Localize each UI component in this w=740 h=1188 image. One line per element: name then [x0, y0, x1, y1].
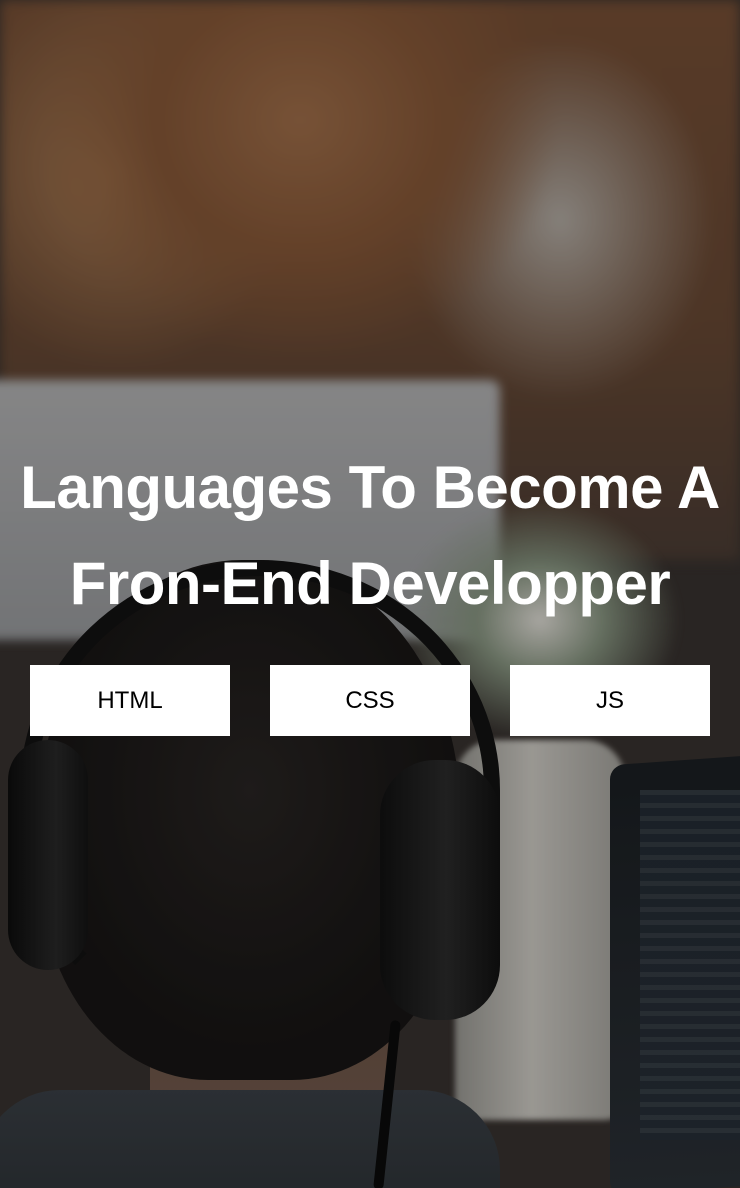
js-button[interactable]: JS — [510, 665, 710, 736]
css-button[interactable]: CSS — [270, 665, 470, 736]
page-title: Languages To Become A Fron-End Developpe… — [0, 440, 740, 632]
html-button[interactable]: HTML — [30, 665, 230, 736]
language-buttons: HTML CSS JS — [30, 665, 710, 736]
hero-content: Languages To Become A Fron-End Developpe… — [0, 0, 740, 1188]
title-line-1: Languages To Become A — [20, 454, 720, 521]
title-line-2: Fron-End Developper — [69, 550, 671, 617]
